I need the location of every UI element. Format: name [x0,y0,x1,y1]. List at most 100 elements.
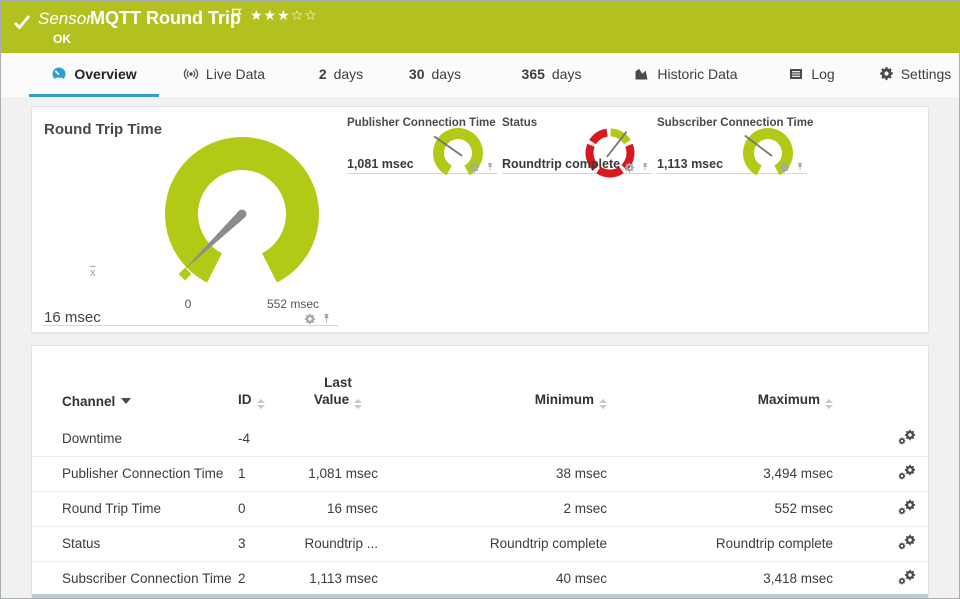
pin-icon[interactable] [640,161,650,173]
channel-minimum: 38 msec [379,456,608,491]
tab-label: Live Data [206,66,265,82]
pin-icon[interactable] [485,161,495,173]
tab-live-data[interactable]: Live Data [179,53,269,97]
channel-last-value: 1,081 msec [297,456,379,491]
table-row: Status 3 Roundtrip ... Roundtrip complet… [32,526,928,561]
channel-maximum: 552 msec [608,491,834,526]
table-header-row: Channel ID Last Value Minimum Maximum [32,346,928,421]
table-row: Downtime -4 [32,421,928,456]
tab-label: days [552,66,582,82]
column-header-maximum[interactable]: Maximum [608,346,834,421]
channel-name[interactable]: Publisher Connection Time [32,456,237,491]
tab-label: Overview [74,66,136,82]
channel-id: 2 [237,561,297,596]
tab-30-days[interactable]: 30 days [406,53,464,97]
object-type-label: Sensor [38,9,92,29]
tab-label: days [334,66,364,82]
column-header-minimum[interactable]: Minimum [379,346,608,421]
tab-number: 2 [319,66,327,82]
column-header-settings [834,346,928,421]
historic-chart-icon [634,66,650,82]
gauge-value: 1,081 msec [347,157,414,171]
log-icon [788,66,804,82]
gauge-block-publisher-connection-time[interactable]: Publisher Connection Time 1,081 msec [347,115,497,174]
sort-toggle-icon [599,399,607,409]
channel-id: 0 [237,491,297,526]
tab-overview[interactable]: Overview [29,53,159,97]
column-header-last-value[interactable]: Last Value [297,346,379,421]
sensor-page: Sensor MQTT Round Trip ★★★☆☆ OK Overview [0,0,960,599]
sort-toggle-icon [354,399,362,409]
channel-settings-icon[interactable] [898,569,916,585]
table-row: Subscriber Connection Time 2 1,113 msec … [32,561,928,596]
table-row: Round Trip Time 0 16 msec 2 msec 552 mse… [32,491,928,526]
tab-label: Log [811,66,834,82]
channel-id: -4 [237,421,297,456]
channel-minimum: 2 msec [379,491,608,526]
channel-id: 3 [237,526,297,561]
gauge-block-round-trip-time[interactable]: Round Trip Time x 0 552 msec 16 msec [42,115,338,326]
column-header-id[interactable]: ID [237,346,297,421]
stars-empty[interactable]: ☆☆ [291,8,318,24]
tab-label: days [432,66,462,82]
channel-maximum: 3,418 msec [608,561,834,596]
channel-last-value [297,421,379,456]
channel-settings-icon[interactable] [898,429,916,445]
channel-name[interactable]: Downtime [32,421,237,456]
channel-minimum: Roundtrip complete [379,526,608,561]
pin-icon[interactable] [795,161,805,173]
gauge-value: Roundtrip complete [502,157,620,171]
gauge-scale-min: 0 [168,297,208,311]
page-title: MQTT Round Trip [90,8,241,29]
channel-settings-icon[interactable] [898,464,916,480]
gauge-block-status[interactable]: Status Roundtrip complete [502,115,652,174]
channel-minimum: 40 msec [379,561,608,596]
gear-icon[interactable] [779,162,790,173]
gauge-value: 16 msec [44,309,101,326]
channel-maximum: 3,494 msec [608,456,834,491]
column-header-channel[interactable]: Channel [32,346,237,421]
sensor-status-header: Sensor MQTT Round Trip ★★★☆☆ OK [1,1,959,53]
pin-icon[interactable] [321,312,332,325]
channel-minimum [379,421,608,456]
sensor-status-text: OK [53,32,71,46]
channel-name[interactable]: Subscriber Connection Time [32,561,237,596]
channel-settings-icon[interactable] [898,534,916,550]
gauges-panel: Round Trip Time x 0 552 msec 16 msec Pub… [31,106,929,333]
channel-settings-icon[interactable] [898,499,916,515]
tab-365-days[interactable]: 365 days [519,53,584,97]
tab-2-days[interactable]: 2 days [316,53,366,97]
tab-bar: Overview Live Data 2 days 30 days 365 da… [1,53,959,97]
tab-settings[interactable]: Settings [871,53,959,97]
tab-log[interactable]: Log [789,53,834,97]
priority-stars[interactable]: ★★★☆☆ [250,8,318,24]
sort-toggle-icon [825,399,833,409]
channel-name[interactable]: Status [32,526,237,561]
gear-icon [879,66,894,81]
channels-table: Channel ID Last Value Minimum Maximum Do… [32,346,928,597]
channel-last-value: 16 msec [297,491,379,526]
channel-maximum [608,421,834,456]
channels-panel: Channel ID Last Value Minimum Maximum Do… [31,345,929,599]
tab-label: Settings [901,66,952,82]
horizontal-scrollbar[interactable] [32,594,928,599]
stars-filled[interactable]: ★★★ [250,8,291,24]
channel-id: 1 [237,456,297,491]
priority-flag-icon[interactable] [230,7,243,22]
gauge-block-subscriber-connection-time[interactable]: Subscriber Connection Time 1,113 msec [657,115,807,174]
gauge-icon [51,66,67,82]
gear-icon[interactable] [624,162,635,173]
tab-historic-data[interactable]: Historic Data [631,53,741,97]
gear-icon[interactable] [304,313,316,325]
tab-number: 365 [522,66,545,82]
round-trip-gauge [107,122,357,297]
gauge-scale-max: 552 msec [253,297,333,311]
table-row: Publisher Connection Time 1 1,081 msec 3… [32,456,928,491]
check-status-icon [13,13,31,31]
channel-last-value: 1,113 msec [297,561,379,596]
channel-last-value: Roundtrip ... [297,526,379,561]
channel-maximum: Roundtrip complete [608,526,834,561]
channel-name[interactable]: Round Trip Time [32,491,237,526]
mean-marker-label: x [90,267,96,279]
gear-icon[interactable] [469,162,480,173]
